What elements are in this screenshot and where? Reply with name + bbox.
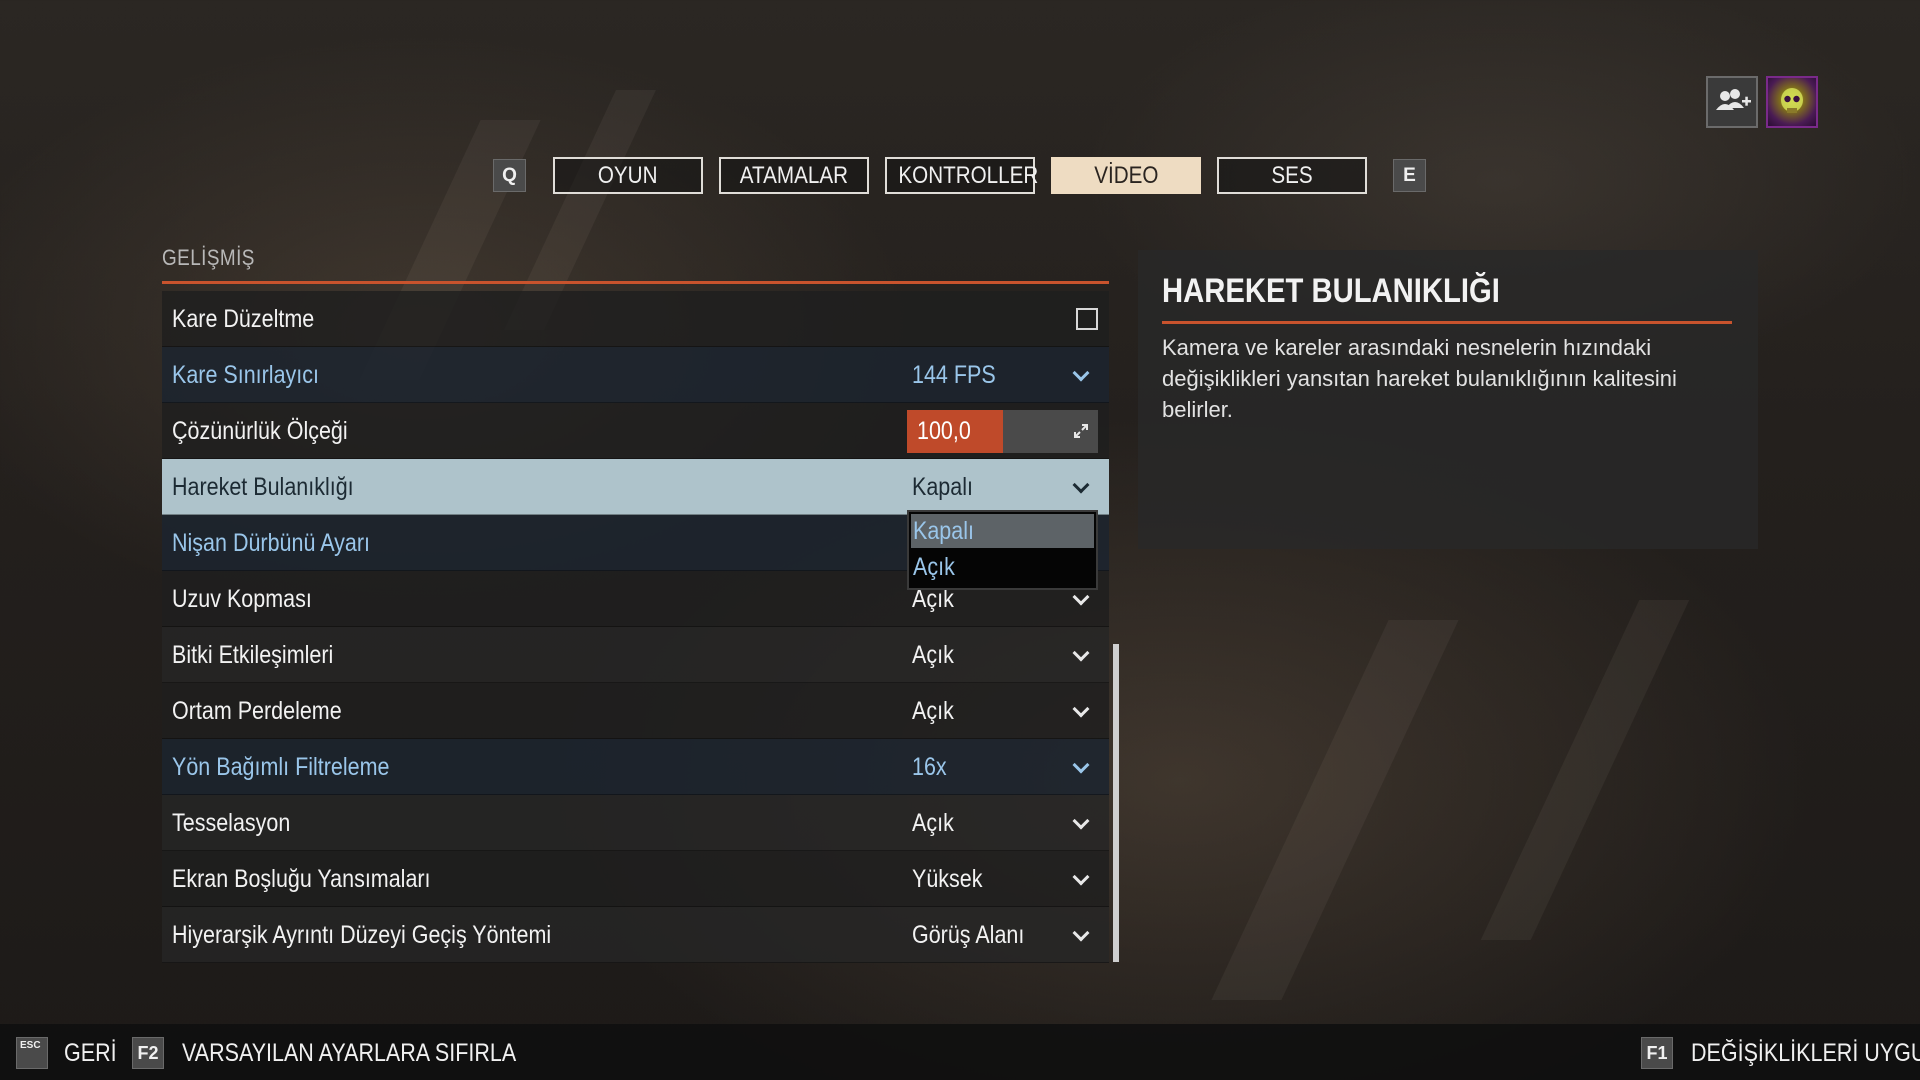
setting-value: Yüksek	[912, 865, 983, 893]
resolution-scale-slider[interactable]: 100,0	[907, 410, 1098, 453]
setting-row-tesselasyon[interactable]: Tesselasyon Açık	[162, 795, 1109, 851]
setting-label: Yön Bağımlı Filtreleme	[172, 753, 390, 781]
setting-label: Kare Düzeltme	[172, 305, 315, 333]
tab-atamalar[interactable]: ATAMALAR	[719, 157, 869, 194]
chevron-down-icon[interactable]	[1072, 924, 1090, 942]
setting-value: Açık	[912, 809, 954, 837]
setting-row-kare-sinirlayici[interactable]: Kare Sınırlayıcı 144 FPS	[162, 347, 1109, 403]
setting-label: Tesselasyon	[172, 809, 291, 837]
back-button[interactable]: GERİ	[64, 1024, 125, 1080]
skull-avatar-icon[interactable]	[1766, 76, 1818, 128]
setting-value: 144 FPS	[912, 361, 996, 389]
motion-blur-dropdown-menu[interactable]: Kapalı Açık	[907, 510, 1098, 590]
setting-label: Bitki Etkileşimleri	[172, 641, 334, 669]
setting-label: Ekran Boşluğu Yansımaları	[172, 865, 431, 893]
f1-key[interactable]: F1	[1641, 1037, 1673, 1069]
reset-defaults-button[interactable]: VARSAYILAN AYARLARA SIFIRLA	[182, 1024, 571, 1080]
setting-value: Açık	[912, 697, 954, 725]
setting-label: Hareket Bulanıklığı	[172, 473, 354, 501]
setting-label: Uzuv Kopması	[172, 585, 312, 613]
setting-label: Nişan Dürbünü Ayarı	[172, 529, 371, 557]
tab-ses[interactable]: SES	[1217, 157, 1367, 194]
bottom-bar: ESC GERİ F2 VARSAYILAN AYARLARA SIFIRLA …	[0, 1024, 1920, 1080]
setting-row-yon-bagimli-filtreleme[interactable]: Yön Bağımlı Filtreleme 16x	[162, 739, 1109, 795]
setting-value: Kapalı	[912, 473, 973, 501]
setting-row-kare-duzeltme[interactable]: Kare Düzeltme	[162, 291, 1109, 347]
add-friends-button[interactable]	[1706, 76, 1758, 128]
chevron-down-icon[interactable]	[1072, 476, 1090, 494]
setting-row-bitki-etkilesimleri[interactable]: Bitki Etkileşimleri Açık	[162, 627, 1109, 683]
tab-oyun[interactable]: OYUN	[553, 157, 703, 194]
background-light-beam	[1211, 620, 1459, 1000]
apply-changes-button[interactable]: DEĞİŞİKLİKLERİ UYGULA	[1691, 1024, 1920, 1080]
kare-duzeltme-checkbox[interactable]	[1076, 308, 1098, 330]
setting-label: Çözünürlük Ölçeği	[172, 417, 348, 445]
chevron-down-icon[interactable]	[1072, 756, 1090, 774]
setting-value: Görüş Alanı	[912, 921, 1025, 949]
slider-value: 100,0	[917, 417, 971, 445]
setting-row-hareket-bulanikligi[interactable]: Hareket Bulanıklığı Kapalı	[162, 459, 1109, 515]
chevron-down-icon[interactable]	[1072, 588, 1090, 606]
section-divider	[162, 281, 1109, 284]
info-panel: HAREKET BULANIKLIĞI Kamera ve kareler ar…	[1138, 250, 1758, 549]
tab-video[interactable]: VİDEO	[1051, 157, 1201, 194]
chevron-down-icon[interactable]	[1072, 700, 1090, 718]
chevron-down-icon[interactable]	[1072, 868, 1090, 886]
setting-row-hiyerarsik-ayrinti[interactable]: Hiyerarşik Ayrıntı Düzeyi Geçiş Yöntemi …	[162, 907, 1109, 963]
setting-label: Kare Sınırlayıcı	[172, 361, 319, 389]
setting-row-cozunurluk-olcegi[interactable]: Çözünürlük Ölçeği 100,0	[162, 403, 1109, 459]
add-friends-icon	[1716, 89, 1751, 110]
chevron-down-icon[interactable]	[1072, 812, 1090, 830]
setting-label: Ortam Perdeleme	[172, 697, 342, 725]
info-divider	[1162, 321, 1732, 324]
prev-tab-key[interactable]: Q	[493, 159, 526, 192]
dropdown-option-kapali[interactable]: Kapalı	[911, 514, 1094, 548]
setting-row-ekran-boslugu-yansimalari[interactable]: Ekran Boşluğu Yansımaları Yüksek	[162, 851, 1109, 907]
tab-kontroller[interactable]: KONTROLLER	[885, 157, 1038, 194]
setting-value: 16x	[912, 753, 947, 781]
esc-key[interactable]: ESC	[16, 1037, 48, 1069]
background-light-beam	[1480, 600, 1690, 940]
dropdown-option-acik[interactable]: Açık	[911, 550, 1094, 584]
settings-scrollbar[interactable]	[1113, 644, 1119, 962]
info-description: Kamera ve kareler arasındaki nesnelerin …	[1162, 335, 1677, 422]
section-title: GELİŞMİŞ	[162, 245, 255, 270]
setting-label: Hiyerarşik Ayrıntı Düzeyi Geçiş Yöntemi	[172, 921, 552, 949]
chevron-down-icon[interactable]	[1072, 364, 1090, 382]
setting-value: Açık	[912, 641, 954, 669]
next-tab-key[interactable]: E	[1393, 159, 1426, 192]
info-title: HAREKET BULANIKLIĞI	[1162, 272, 1500, 310]
chevron-down-icon[interactable]	[1072, 644, 1090, 662]
f2-key[interactable]: F2	[132, 1037, 164, 1069]
setting-row-ortam-perdeleme[interactable]: Ortam Perdeleme Açık	[162, 683, 1109, 739]
expand-arrows-icon	[1074, 424, 1088, 438]
